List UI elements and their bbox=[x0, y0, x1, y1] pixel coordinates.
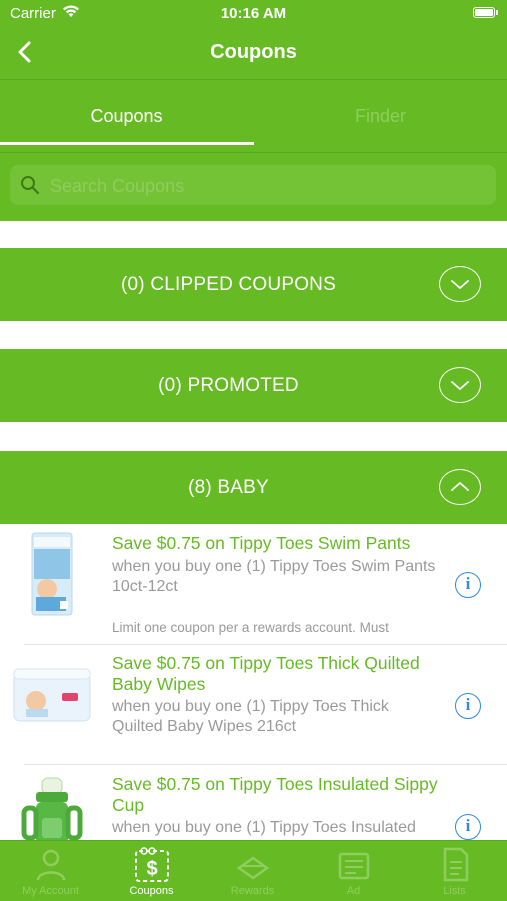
list-icon bbox=[437, 846, 473, 882]
person-icon bbox=[33, 846, 69, 882]
search-area bbox=[0, 153, 507, 221]
chevron-down-icon[interactable] bbox=[439, 367, 481, 403]
coupon-title: Save $0.75 on Tippy Toes Thick Quilted B… bbox=[112, 653, 420, 694]
rewards-icon bbox=[235, 846, 271, 882]
status-bar: Carrier 10:16 AM bbox=[0, 0, 507, 26]
search-icon bbox=[20, 175, 40, 200]
product-image-baby-wipes bbox=[12, 663, 92, 749]
divider bbox=[24, 764, 507, 765]
category-label: (0) CLIPPED COUPONS bbox=[121, 274, 336, 295]
svg-text:$: $ bbox=[146, 858, 157, 880]
battery-icon bbox=[473, 7, 495, 18]
category-label: (8) BABY bbox=[188, 477, 269, 498]
coupon-description: when you buy one (1) Tippy Toes Swim Pan… bbox=[112, 558, 436, 595]
coupon-item[interactable]: Save $0.75 on Tippy Toes Thick Quilted B… bbox=[0, 645, 507, 765]
info-icon[interactable]: i bbox=[455, 814, 481, 840]
coupon-limit-text: Limit one coupon per a rewards account. … bbox=[112, 620, 389, 635]
coupon-title: Save $0.75 on Tippy Toes Swim Pants bbox=[112, 533, 411, 553]
search-input[interactable] bbox=[48, 165, 482, 207]
clock: 10:16 AM bbox=[220, 5, 287, 22]
tab-label: Rewards bbox=[230, 885, 275, 897]
search-bar[interactable] bbox=[10, 165, 496, 207]
tab-label: Ad bbox=[346, 885, 361, 897]
bottom-tab-coupons[interactable]: $ Coupons bbox=[101, 841, 202, 901]
bottom-tab-my-account[interactable]: My Account bbox=[0, 841, 101, 901]
navigation-bar: Coupons bbox=[0, 26, 507, 79]
tab-label: Lists bbox=[443, 885, 466, 897]
bottom-tab-bar: My Account $ Coupons Rewards Ad Lists bbox=[0, 840, 507, 901]
bottom-tab-ad[interactable]: Ad bbox=[303, 841, 404, 901]
info-icon[interactable]: i bbox=[455, 572, 481, 598]
category-clipped-coupons[interactable]: (0) CLIPPED COUPONS bbox=[0, 248, 507, 321]
category-promoted[interactable]: (0) PROMOTED bbox=[0, 349, 507, 422]
bottom-tab-lists[interactable]: Lists bbox=[404, 841, 505, 901]
tab-finder[interactable]: Finder bbox=[254, 80, 507, 152]
weekly-ad-icon bbox=[336, 846, 372, 882]
category-label: (0) PROMOTED bbox=[158, 375, 299, 396]
chevron-down-icon[interactable] bbox=[439, 266, 481, 302]
bottom-tab-rewards[interactable]: Rewards bbox=[202, 841, 303, 901]
chevron-up-icon[interactable] bbox=[439, 469, 481, 505]
tab-label: Coupons bbox=[129, 885, 174, 897]
category-baby[interactable]: (8) BABY bbox=[0, 451, 507, 524]
selected-tab-indicator bbox=[0, 142, 254, 145]
coupon-description: when you buy one (1) Tippy Toes Thick Qu… bbox=[112, 698, 389, 735]
coupon-item[interactable]: Save $0.75 on Tippy Toes Swim Pants when… bbox=[0, 525, 507, 645]
coupon-scissors-icon: $ bbox=[134, 846, 170, 882]
coupon-title: Save $0.75 on Tippy Toes Insulated Sippy… bbox=[112, 774, 438, 815]
page-title: Coupons bbox=[210, 41, 297, 63]
coupon-description: when you buy one (1) Tippy Toes Insulate… bbox=[112, 819, 416, 836]
product-image-swim-pants bbox=[12, 531, 92, 617]
info-icon[interactable]: i bbox=[455, 693, 481, 719]
tab-label: My Account bbox=[22, 885, 79, 897]
